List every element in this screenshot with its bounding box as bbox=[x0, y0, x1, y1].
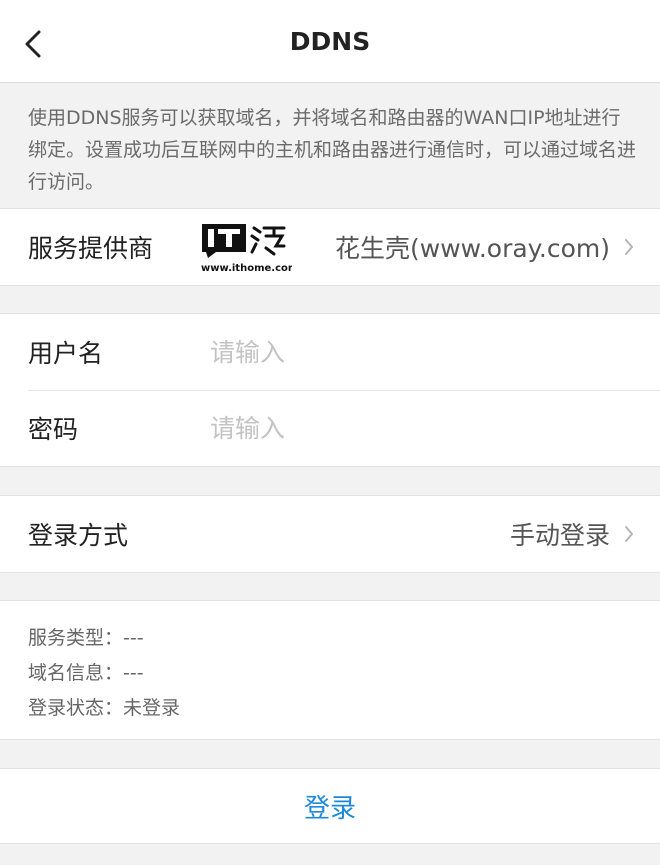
chevron-right-icon bbox=[624, 524, 636, 544]
chevron-right-icon bbox=[624, 237, 636, 257]
account-card: 用户名 密码 bbox=[0, 313, 660, 467]
username-input[interactable] bbox=[210, 332, 630, 372]
username-row: 用户名 bbox=[0, 314, 660, 390]
password-row: 密码 bbox=[0, 390, 660, 466]
login-status-text: 登录状态：未登录 bbox=[28, 697, 181, 719]
provider-label: 服务提供商 bbox=[28, 234, 154, 263]
domain-info-text: 域名信息：--- bbox=[28, 662, 144, 684]
login-button[interactable]: 登录 bbox=[0, 768, 660, 844]
svg-text:www.ithome.com: www.ithome.com bbox=[201, 263, 292, 274]
page-title: DDNS bbox=[289, 27, 371, 56]
login-mode-value: 手动登录 bbox=[509, 521, 610, 550]
provider-row[interactable]: 服务提供商 花生壳(www.oray.com) bbox=[0, 209, 660, 285]
login-mode-row[interactable]: 登录方式 手动登录 bbox=[0, 496, 660, 572]
password-input[interactable] bbox=[210, 408, 630, 448]
password-label: 密码 bbox=[28, 415, 79, 444]
ithome-watermark-logo: www.ithome.com bbox=[200, 222, 298, 276]
ddns-description: 使用DDNS服务可以获取域名，并将域名和路由器的WAN口IP地址进行绑定。设置成… bbox=[28, 107, 637, 193]
provider-card: 服务提供商 花生壳(www.oray.com) bbox=[0, 208, 660, 286]
service-type-text: 服务类型：--- bbox=[28, 627, 144, 649]
provider-value: 花生壳(www.oray.com) bbox=[335, 234, 610, 263]
top-bar: DDNS bbox=[0, 0, 660, 83]
login-mode-card: 登录方式 手动登录 bbox=[0, 495, 660, 573]
login-mode-label: 登录方式 bbox=[28, 521, 129, 550]
username-label: 用户名 bbox=[28, 339, 104, 368]
